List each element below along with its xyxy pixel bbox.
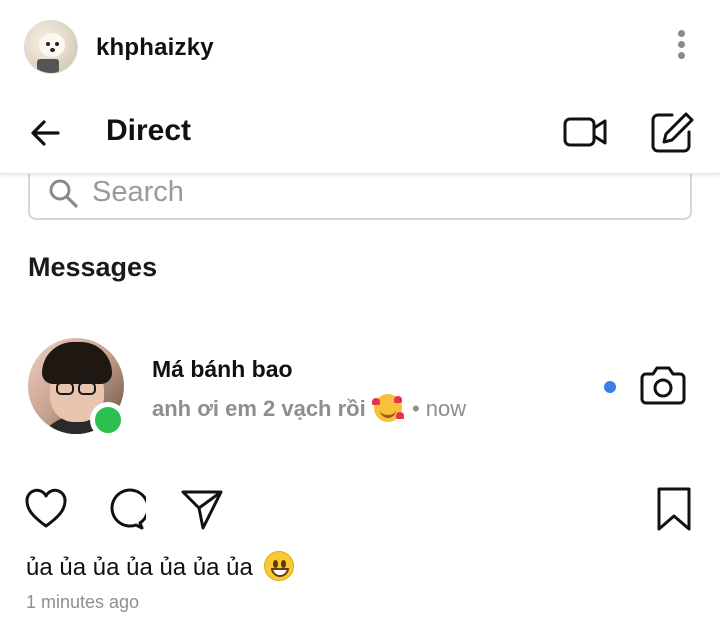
caption-text: ủa ủa ủa ủa ủa ủa ủa bbox=[26, 554, 253, 581]
video-call-icon[interactable] bbox=[562, 114, 608, 150]
grinning-face-emoji-icon bbox=[263, 551, 294, 581]
camera-icon[interactable] bbox=[640, 364, 686, 406]
direct-title: Direct bbox=[106, 114, 192, 147]
post-actions bbox=[0, 486, 720, 536]
compose-icon[interactable] bbox=[650, 110, 696, 154]
unread-indicator bbox=[604, 381, 616, 393]
bookmark-icon[interactable] bbox=[656, 486, 692, 532]
profile-avatar[interactable] bbox=[24, 20, 78, 74]
messages-heading: Messages bbox=[28, 252, 158, 282]
post-header: khphaizky bbox=[0, 0, 720, 92]
last-message-text: anh ơi em 2 vạch rồi bbox=[152, 396, 366, 421]
smiling-face-with-hearts-emoji-icon bbox=[371, 394, 404, 422]
share-icon[interactable] bbox=[180, 486, 224, 532]
heart-icon[interactable] bbox=[24, 486, 68, 532]
direct-header: Direct bbox=[0, 92, 720, 174]
post-username[interactable]: khphaizky bbox=[96, 34, 214, 62]
online-status-dot bbox=[90, 402, 126, 438]
conversation-preview: anh ơi em 2 vạch rồi • now bbox=[152, 394, 466, 422]
conversation-name: Má bánh bao bbox=[152, 356, 293, 382]
search-placeholder: Search bbox=[92, 176, 184, 208]
more-vertical-icon[interactable] bbox=[676, 30, 686, 62]
post-timestamp: 1 minutes ago bbox=[26, 592, 140, 612]
post-caption: ủa ủa ủa ủa ủa ủa ủa bbox=[26, 551, 294, 582]
last-message-time: • now bbox=[411, 396, 467, 421]
comment-icon[interactable] bbox=[102, 486, 146, 532]
back-arrow-icon[interactable] bbox=[28, 116, 62, 150]
search-icon bbox=[49, 179, 78, 208]
